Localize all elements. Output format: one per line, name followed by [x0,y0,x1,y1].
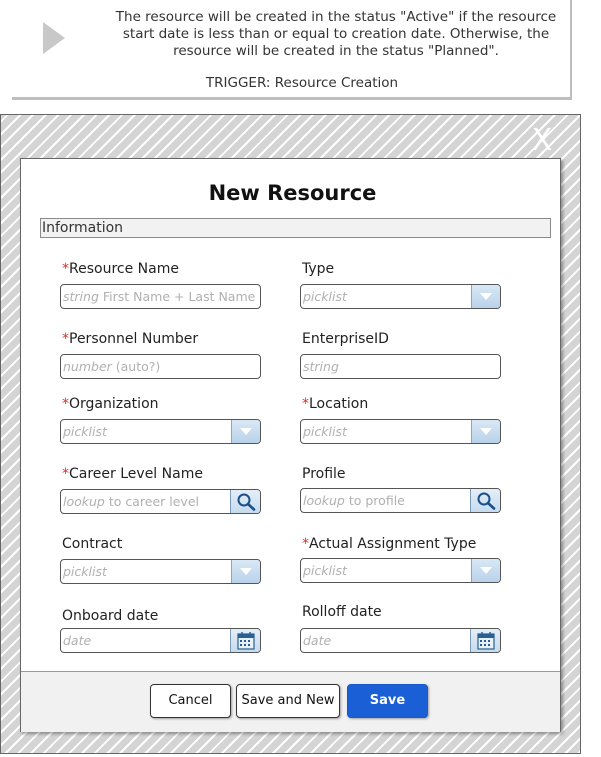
save-button[interactable]: Save [347,684,428,718]
profile-label: Profile [302,466,346,482]
chevron-down-icon[interactable] [471,559,500,582]
enterprise-id-label: EnterpriseID [302,331,389,347]
contract-label: Contract [62,536,123,552]
calendar-icon[interactable] [470,629,500,652]
type-label: Type [302,261,335,277]
dialog-title: New Resource [208,181,377,205]
search-icon[interactable] [470,489,500,512]
resource-name-input[interactable]: string First Name + Last Name [60,284,261,309]
type-select[interactable]: picklist [300,284,501,309]
personnel-number-label: *Personnel Number [62,331,199,347]
cancel-button[interactable]: Cancel [150,684,231,718]
section-header-information: Information [40,218,551,238]
onboard-date-label: Onboard date [62,608,159,624]
career-level-label: *Career Level Name [62,466,203,482]
chevron-down-icon[interactable] [231,420,260,443]
organization-select[interactable]: picklist [60,419,261,444]
play-icon [43,22,65,54]
resource-name-label: *Resource Name [62,261,179,277]
profile-lookup[interactable]: lookup to profile [300,488,501,513]
calendar-icon[interactable] [230,629,260,652]
personnel-number-input[interactable]: number (auto?) [60,354,261,379]
note-text: The resource will be created in the stat… [115,9,557,59]
note-trigger: TRIGGER: Resource Creation [205,75,399,91]
actual-assignment-type-select[interactable]: picklist [300,558,501,583]
search-icon[interactable] [230,490,260,513]
close-icon[interactable]: X [528,126,556,156]
contract-select[interactable]: picklist [60,559,261,584]
location-select[interactable]: picklist [300,419,501,444]
onboard-date-input[interactable]: date [60,628,261,653]
organization-label: *Organization [62,396,159,412]
actual-assignment-type-label: *Actual Assignment Type [302,536,477,552]
enterprise-id-input[interactable]: string [300,354,501,379]
location-label: *Location [302,396,369,412]
chevron-down-icon[interactable] [471,420,500,443]
chevron-down-icon[interactable] [471,285,500,308]
career-level-lookup[interactable]: lookup to career level [60,489,261,514]
save-and-new-button[interactable]: Save and New [236,684,340,718]
trigger-note: The resource will be created in the stat… [12,0,572,100]
rolloff-date-label: Rolloff date [302,604,382,620]
rolloff-date-input[interactable]: date [300,628,501,653]
chevron-down-icon[interactable] [231,560,260,583]
